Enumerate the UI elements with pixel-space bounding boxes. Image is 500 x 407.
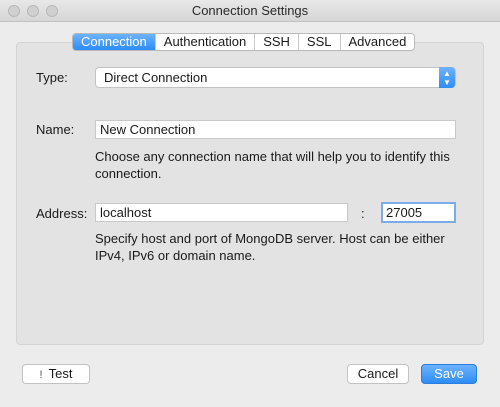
- tab-authentication[interactable]: Authentication: [156, 34, 256, 50]
- address-hint: Specify host and port of MongoDB server.…: [95, 230, 445, 264]
- test-button[interactable]: ! Test: [22, 364, 90, 384]
- tab-advanced[interactable]: Advanced: [341, 34, 415, 50]
- title-bar: Connection Settings: [0, 0, 500, 22]
- address-hint-line: IPv4, IPv6 or domain name.: [95, 248, 256, 263]
- type-select-value: Direct Connection: [104, 70, 208, 85]
- name-hint: Choose any connection name that will hel…: [95, 148, 450, 182]
- port-input[interactable]: [381, 202, 456, 223]
- type-label: Type:: [36, 70, 68, 85]
- cancel-button[interactable]: Cancel: [347, 364, 409, 384]
- name-input[interactable]: [95, 120, 456, 139]
- name-label: Name:: [36, 122, 75, 137]
- name-hint-line: connection.: [95, 166, 162, 181]
- save-button[interactable]: Save: [421, 364, 477, 384]
- test-button-label: Test: [48, 366, 73, 381]
- address-label: Address:: [36, 206, 88, 221]
- warning-icon: !: [39, 369, 43, 381]
- select-arrows-icon: ▲ ▼: [439, 67, 455, 88]
- window-title: Connection Settings: [191, 3, 309, 18]
- port-separator: :: [361, 206, 365, 221]
- host-input[interactable]: [95, 203, 348, 222]
- name-hint-line: Choose any connection name that will hel…: [95, 149, 450, 164]
- address-hint-line: Specify host and port of MongoDB server.…: [95, 231, 445, 246]
- tab-ssh[interactable]: SSH: [255, 34, 299, 50]
- tab-bar: Connection Authentication SSH SSL Advanc…: [72, 33, 416, 51]
- tab-connection[interactable]: Connection: [73, 34, 156, 50]
- type-select[interactable]: Direct Connection ▲ ▼: [95, 67, 456, 88]
- tab-ssl[interactable]: SSL: [299, 34, 341, 50]
